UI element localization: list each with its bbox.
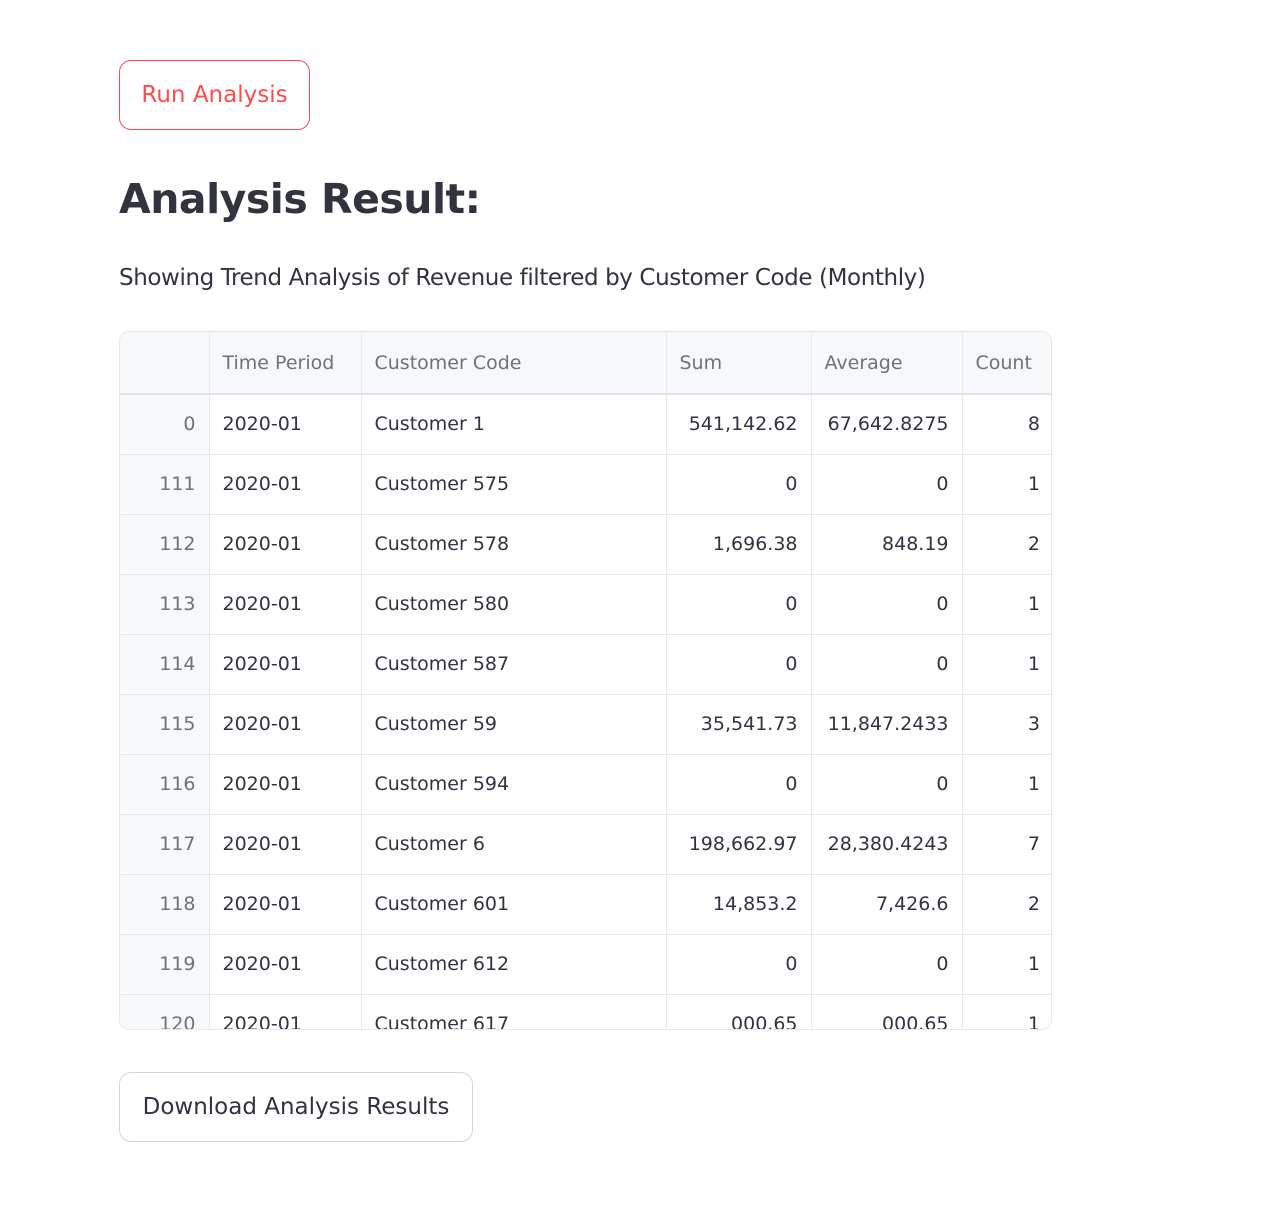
average-cell[interactable]: 0 [811,934,963,995]
average-cell[interactable]: 11,847.2433 [811,694,963,755]
sum-cell[interactable]: 0 [666,934,812,995]
table-row: 114 2020-01 Customer 587 0 0 1 [120,634,1051,695]
row-index-cell[interactable]: 119 [120,934,210,995]
table-row: 116 2020-01 Customer 594 0 0 1 [120,754,1051,815]
table-header-row: Time Period Customer Code Sum Average Co… [120,332,1051,395]
average-cell[interactable]: 848.19 [811,514,963,575]
table-row: 0 2020-01 Customer 1 541,142.62 67,642.8275 8 [120,394,1051,455]
row-index-cell[interactable]: 115 [120,694,210,755]
time-period-cell[interactable]: 2020-01 [209,514,362,575]
average-cell[interactable]: 7,426.6 [811,874,963,935]
download-results-button[interactable]: Download Analysis Results [119,1072,473,1142]
table-body: 0 2020-01 Customer 1 541,142.62 67,642.8275 8… [120,394,1051,1029]
count-cell[interactable]: 1 [962,574,1051,635]
row-index-cell[interactable]: 112 [120,514,210,575]
time-period-cell[interactable]: 2020-01 [209,634,362,695]
customer-code-cell[interactable]: Customer 59 [361,694,667,755]
average-cell[interactable]: 0 [811,574,963,635]
count-cell[interactable]: 8 [962,394,1051,455]
time-period-cell[interactable]: 2020-01 [209,454,362,515]
row-index-cell[interactable]: 114 [120,634,210,695]
column-header-count[interactable]: Count [962,332,1051,395]
count-cell[interactable]: 1 [962,454,1051,515]
count-cell[interactable]: 2 [962,514,1051,575]
count-cell[interactable]: 3 [962,694,1051,755]
sum-cell[interactable]: 541,142.62 [666,394,812,455]
row-index-cell[interactable]: 116 [120,754,210,815]
page-title: Analysis Result: [119,175,481,223]
row-index-cell[interactable]: 111 [120,454,210,515]
column-header-customer-code[interactable]: Customer Code [361,332,667,395]
row-index-cell[interactable]: 120 [120,994,210,1029]
customer-code-cell[interactable]: Customer 617 [361,994,667,1029]
time-period-cell[interactable]: 2020-01 [209,754,362,815]
average-cell[interactable]: 000.65 [811,994,963,1029]
result-subtitle: Showing Trend Analysis of Revenue filter… [119,265,926,291]
column-header-time-period[interactable]: Time Period [209,332,362,395]
column-header-index[interactable] [120,332,210,395]
sum-cell[interactable]: 35,541.73 [666,694,812,755]
table-row: 119 2020-01 Customer 612 0 0 1 [120,934,1051,995]
table-row: 115 2020-01 Customer 59 35,541.73 11,847.243… [120,694,1051,755]
sum-cell[interactable]: 0 [666,574,812,635]
average-cell[interactable]: 28,380.4243 [811,814,963,875]
run-analysis-button[interactable]: Run Analysis [119,60,310,130]
row-index-cell[interactable]: 113 [120,574,210,635]
customer-code-cell[interactable]: Customer 580 [361,574,667,635]
average-cell[interactable]: 0 [811,454,963,515]
customer-code-cell[interactable]: Customer 594 [361,754,667,815]
row-index-cell[interactable]: 117 [120,814,210,875]
sum-cell[interactable]: 1,696.38 [666,514,812,575]
sum-cell[interactable]: 0 [666,634,812,695]
results-table: Time Period Customer Code Sum Average Co… [120,332,1051,1029]
average-cell[interactable]: 0 [811,634,963,695]
table-row: 113 2020-01 Customer 580 0 0 1 [120,574,1051,635]
time-period-cell[interactable]: 2020-01 [209,994,362,1029]
table-row: 112 2020-01 Customer 578 1,696.38 848.19 2 [120,514,1051,575]
customer-code-cell[interactable]: Customer 612 [361,934,667,995]
column-header-sum[interactable]: Sum [666,332,812,395]
sum-cell[interactable]: 14,853.2 [666,874,812,935]
results-table-container[interactable]: Time Period Customer Code Sum Average Co… [119,331,1052,1030]
customer-code-cell[interactable]: Customer 575 [361,454,667,515]
customer-code-cell[interactable]: Customer 1 [361,394,667,455]
customer-code-cell[interactable]: Customer 587 [361,634,667,695]
time-period-cell[interactable]: 2020-01 [209,814,362,875]
time-period-cell[interactable]: 2020-01 [209,874,362,935]
customer-code-cell[interactable]: Customer 578 [361,514,667,575]
customer-code-cell[interactable]: Customer 601 [361,874,667,935]
count-cell[interactable]: 7 [962,814,1051,875]
time-period-cell[interactable]: 2020-01 [209,574,362,635]
row-index-cell[interactable]: 0 [120,394,210,455]
average-cell[interactable]: 0 [811,754,963,815]
customer-code-cell[interactable]: Customer 6 [361,814,667,875]
time-period-cell[interactable]: 2020-01 [209,934,362,995]
time-period-cell[interactable]: 2020-01 [209,694,362,755]
count-cell[interactable]: 1 [962,934,1051,995]
average-cell[interactable]: 67,642.8275 [811,394,963,455]
count-cell[interactable]: 2 [962,874,1051,935]
time-period-cell[interactable]: 2020-01 [209,394,362,455]
count-cell[interactable]: 1 [962,754,1051,815]
count-cell[interactable]: 1 [962,994,1051,1029]
table-row: 118 2020-01 Customer 601 14,853.2 7,426.6 2 [120,874,1051,935]
sum-cell[interactable]: 000.65 [666,994,812,1029]
sum-cell[interactable]: 198,662.97 [666,814,812,875]
column-header-average[interactable]: Average [811,332,963,395]
table-row: 111 2020-01 Customer 575 0 0 1 [120,454,1051,515]
table-row: 117 2020-01 Customer 6 198,662.97 28,380.424… [120,814,1051,875]
sum-cell[interactable]: 0 [666,454,812,515]
row-index-cell[interactable]: 118 [120,874,210,935]
table-row: 120 2020-01 Customer 617 000.65 000.65 1 [120,994,1051,1029]
sum-cell[interactable]: 0 [666,754,812,815]
main-content: Run Analysis Analysis Result: Showing Tr… [119,60,1059,1142]
count-cell[interactable]: 1 [962,634,1051,695]
